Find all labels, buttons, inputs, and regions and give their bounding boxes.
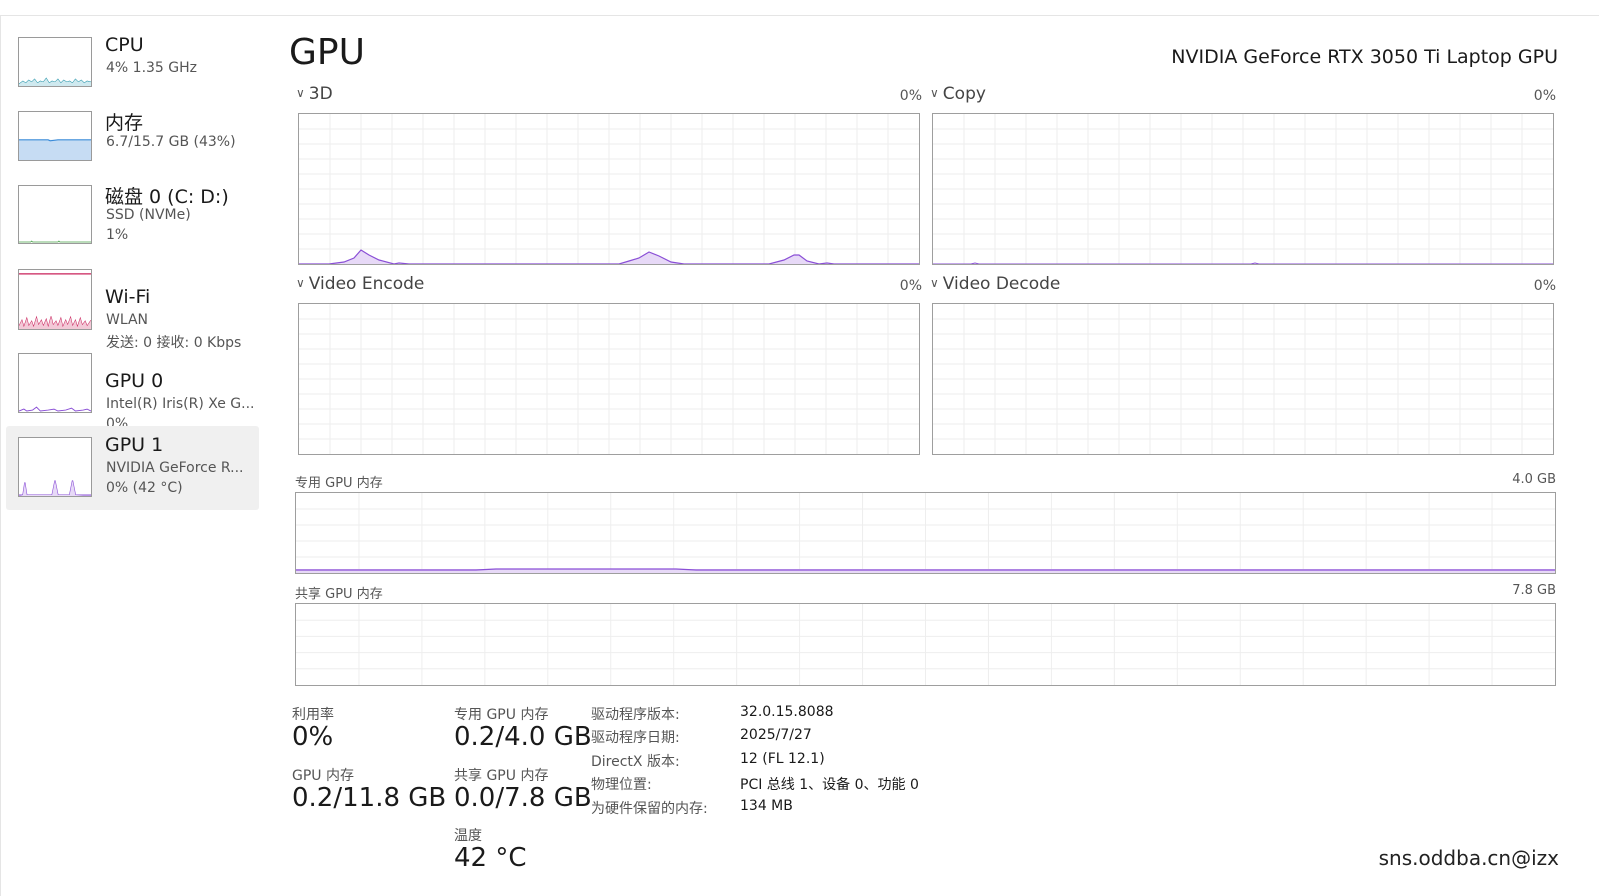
- engine-name: 3D: [308, 84, 333, 104]
- watermark-text: sns.oddba.cn@izx: [1378, 846, 1559, 870]
- shared-memory-graph: [295, 603, 1556, 686]
- engine-selector-copy[interactable]: ∨ Copy: [930, 84, 986, 104]
- sidebar-item-title: 磁盘 0 (C: D:): [105, 186, 229, 208]
- left-divider: [0, 15, 1, 896]
- sidebar-item-subtitle: NVIDIA GeForce R...: [106, 460, 244, 476]
- engine-selector-video-encode[interactable]: ∨ Video Encode: [296, 274, 424, 294]
- temperature-value: 42 °C: [454, 843, 527, 873]
- sidebar-item-gpu0[interactable]: GPU 0 Intel(R) Iris(R) Xe G... 0%: [6, 339, 259, 432]
- driver-date-value: 2025/7/27: [740, 727, 812, 743]
- engine-name: Video Encode: [308, 274, 425, 294]
- chevron-down-icon: ∨: [296, 86, 305, 100]
- shared-memory-graph-label: 共享 GPU 内存: [295, 587, 383, 602]
- graph-grid: [296, 493, 1555, 573]
- temperature-label: 温度: [454, 828, 482, 844]
- shared-memory-label: 共享 GPU 内存: [454, 768, 549, 784]
- shared-memory-graph-max: 7.8 GB: [1512, 583, 1556, 598]
- sidebar-item-title: 内存: [105, 112, 144, 134]
- dedicated-memory-graph-max: 4.0 GB: [1512, 472, 1556, 487]
- chevron-down-icon: ∨: [930, 86, 939, 100]
- dedicated-memory-graph: [295, 492, 1556, 574]
- cpu-thumbnail-graph: [18, 37, 92, 87]
- engine-selector-3d[interactable]: ∨ 3D: [296, 84, 333, 104]
- driver-date-key: 驱动程序日期:: [591, 730, 680, 746]
- shared-memory-value: 0.0/7.8 GB: [454, 783, 592, 813]
- engine-name: Copy: [942, 84, 986, 104]
- sidebar-item-subtitle: Intel(R) Iris(R) Xe G...: [106, 396, 255, 412]
- dedicated-memory-label: 专用 GPU 内存: [454, 707, 549, 723]
- sidebar-item-subtitle: 6.7/15.7 GB (43%): [106, 134, 236, 150]
- page-title: GPU: [289, 32, 365, 73]
- gpu-model-name: NVIDIA GeForce RTX 3050 Ti Laptop GPU: [1171, 46, 1558, 68]
- chevron-down-icon: ∨: [930, 276, 939, 290]
- physical-location-key: 物理位置:: [591, 777, 652, 793]
- sidebar-item-title: GPU 1: [105, 434, 164, 456]
- memory-thumbnail-graph: [18, 111, 92, 161]
- driver-version-key: 驱动程序版本:: [591, 707, 680, 723]
- driver-version-value: 32.0.15.8088: [740, 704, 834, 720]
- engine-percent: 0%: [899, 88, 922, 104]
- graph-grid: [933, 114, 1553, 264]
- dedicated-memory-value: 0.2/4.0 GB: [454, 722, 592, 752]
- engine-graph-video-decode: [932, 303, 1554, 455]
- engine-graph-3d: [298, 113, 920, 265]
- engine-graph-copy: [932, 113, 1554, 265]
- graph-grid: [299, 114, 919, 264]
- utilization-value: 0%: [292, 722, 334, 752]
- directx-version-key: DirectX 版本:: [591, 754, 680, 770]
- wifi-thumbnail-graph: [18, 269, 92, 330]
- engine-percent: 0%: [899, 278, 922, 294]
- sidebar-item-subtitle: 4% 1.35 GHz: [106, 60, 198, 76]
- sidebar-item-cpu[interactable]: CPU 4% 1.35 GHz: [6, 22, 259, 106]
- gpu1-thumbnail-graph: [18, 437, 92, 497]
- utilization-label: 利用率: [292, 707, 334, 723]
- sidebar-item-detail: 0% (42 °C): [106, 480, 183, 496]
- sidebar-item-detail: 1%: [106, 227, 129, 243]
- sidebar-item-title: CPU: [105, 34, 144, 56]
- graph-grid: [933, 304, 1553, 454]
- graph-grid: [299, 304, 919, 454]
- sidebar-item-disk[interactable]: 磁盘 0 (C: D:) SSD (NVMe) 1%: [6, 170, 259, 254]
- sidebar-item-wifi[interactable]: Wi-Fi WLAN 发送: 0 接收: 0 Kbps: [6, 255, 259, 351]
- sidebar-item-subtitle: WLAN: [106, 312, 149, 328]
- engine-name: Video Decode: [942, 274, 1061, 294]
- engine-percent: 0%: [1533, 88, 1556, 104]
- sidebar-item-memory[interactable]: 内存 6.7/15.7 GB (43%): [6, 96, 259, 180]
- dedicated-memory-graph-label: 专用 GPU 内存: [295, 476, 383, 491]
- sidebar-item-title: Wi-Fi: [105, 286, 151, 308]
- directx-version-value: 12 (FL 12.1): [740, 751, 825, 767]
- sidebar-item-subtitle: SSD (NVMe): [106, 207, 191, 223]
- hardware-reserved-memory-key: 为硬件保留的内存:: [591, 801, 708, 817]
- graph-grid: [296, 604, 1555, 685]
- disk-thumbnail-graph: [18, 185, 92, 244]
- engine-percent: 0%: [1533, 278, 1556, 294]
- physical-location-value: PCI 总线 1、设备 0、功能 0: [740, 777, 919, 793]
- gpu-memory-value: 0.2/11.8 GB: [292, 783, 447, 813]
- sidebar-item-title: GPU 0: [105, 370, 164, 392]
- chevron-down-icon: ∨: [296, 276, 305, 290]
- gpu-memory-label: GPU 内存: [292, 768, 354, 784]
- engine-graph-video-encode: [298, 303, 920, 455]
- sidebar-item-gpu1[interactable]: GPU 1 NVIDIA GeForce R... 0% (42 °C): [6, 426, 259, 510]
- engine-selector-video-decode[interactable]: ∨ Video Decode: [930, 274, 1060, 294]
- gpu0-thumbnail-graph: [18, 353, 92, 413]
- top-divider: [0, 15, 1599, 16]
- hardware-reserved-memory-value: 134 MB: [740, 798, 793, 814]
